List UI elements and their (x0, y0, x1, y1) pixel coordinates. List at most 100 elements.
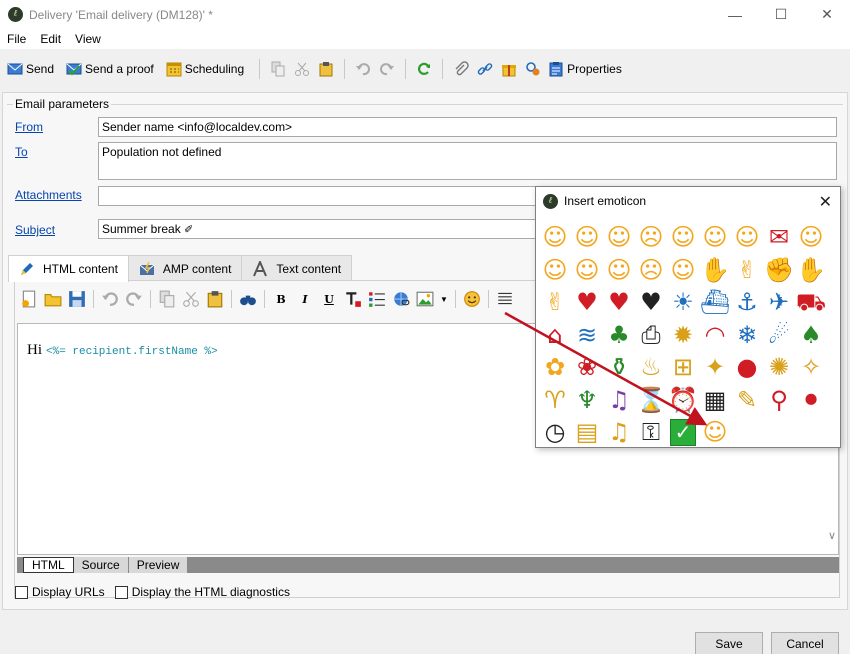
maximize-button[interactable]: ☐ (758, 0, 804, 29)
thumbs-up-icon[interactable]: ✌ (731, 254, 763, 287)
clapping-hands-icon[interactable]: ✋ (699, 254, 731, 287)
insert-image-icon[interactable] (416, 290, 434, 308)
scroll-down-arrow-icon[interactable]: ∨ (828, 529, 836, 542)
face-with-hand-over-mouth-icon[interactable]: ☺ (699, 416, 731, 449)
link-icon[interactable] (477, 61, 493, 77)
bold-icon[interactable]: B (272, 290, 290, 308)
grinning-face-icon[interactable]: ☺ (539, 221, 571, 254)
clinking-glasses-icon[interactable]: ♈ (539, 384, 571, 417)
align-icon[interactable] (496, 290, 514, 308)
grimacing-face-icon[interactable]: ☺ (795, 221, 827, 254)
birthday-cake-icon[interactable]: ♨ (635, 351, 667, 384)
attachment-icon[interactable] (453, 61, 469, 77)
image-dropdown-icon[interactable]: ▼ (440, 290, 448, 308)
menu-file[interactable]: File (0, 32, 33, 46)
cocktail-icon[interactable]: ♆ (571, 384, 603, 417)
sun-icon[interactable]: ✹ (667, 319, 699, 352)
beach-icon[interactable]: ☀ (667, 286, 699, 319)
heart-eyes-face-icon[interactable]: ☺ (603, 254, 635, 287)
properties-button[interactable]: Properties (545, 57, 625, 81)
paste-icon[interactable] (318, 61, 334, 77)
sparkles-icon[interactable]: ✧ (795, 351, 827, 384)
underline-icon[interactable]: U (320, 290, 338, 308)
music-notes-icon[interactable]: ♫ (603, 384, 635, 417)
locked-icon[interactable]: ⚿ (635, 416, 667, 449)
insert-emoticon-icon[interactable] (463, 290, 481, 308)
pencil-icon[interactable]: ✎ (731, 384, 763, 417)
save-button[interactable]: Save (695, 632, 763, 654)
camera-icon[interactable]: ⎙ (635, 319, 667, 352)
text-color-icon[interactable] (344, 290, 362, 308)
close-window-button[interactable]: ✕ (804, 0, 850, 29)
bell-icon[interactable]: ♫ (603, 416, 635, 449)
slightly-smiling-face-icon[interactable]: ☺ (603, 221, 635, 254)
display-urls-checkbox[interactable] (15, 585, 28, 599)
kissing-face-icon[interactable]: ☺ (667, 221, 699, 254)
black-heart-icon[interactable]: ♥ (635, 286, 667, 319)
flower-icon[interactable]: ✿ (539, 351, 571, 384)
blushing-face-icon[interactable]: ☺ (699, 221, 731, 254)
view-tab-preview[interactable]: Preview (128, 557, 189, 573)
laughing-face-icon[interactable]: ☺ (539, 254, 571, 287)
editor-undo-icon[interactable] (101, 290, 119, 308)
champagne-bottle-icon[interactable]: ⚱ (603, 351, 635, 384)
train-icon[interactable]: ⛴ (699, 286, 731, 319)
editor-paste-icon[interactable] (206, 290, 224, 308)
palm-tree-icon[interactable]: ♣ (603, 319, 635, 352)
tab-amp-content[interactable]: AMP content (127, 255, 243, 281)
tongue-face-icon[interactable]: ☺ (731, 221, 763, 254)
find-binoculars-icon[interactable] (239, 290, 257, 308)
menu-edit[interactable]: Edit (33, 32, 68, 46)
view-tab-source[interactable]: Source (73, 557, 129, 573)
car-icon[interactable]: ⛟ (795, 286, 827, 319)
view-tab-html[interactable]: HTML (23, 557, 74, 573)
italic-icon[interactable]: I (296, 290, 314, 308)
squinting-face-icon[interactable]: ☺ (571, 221, 603, 254)
clipboard-emoji-icon[interactable]: ▤ (571, 416, 603, 449)
tab-text-content[interactable]: Text content (241, 255, 353, 281)
love-letter-icon[interactable]: ✉ (763, 221, 795, 254)
cut-icon[interactable] (294, 61, 310, 77)
balloon-icon[interactable]: ● (731, 351, 763, 384)
sparkling-heart-icon[interactable]: ♥ (571, 286, 603, 319)
attachments-link[interactable]: Attachments (15, 188, 82, 202)
party-popper-icon[interactable]: ✦ (699, 351, 731, 384)
comet-icon[interactable]: ☄ (763, 319, 795, 352)
open-folder-icon[interactable] (44, 290, 62, 308)
save-disk-icon[interactable] (68, 290, 86, 308)
tab-html-content[interactable]: HTML content (8, 255, 129, 282)
tulip-icon[interactable]: ❀ (571, 351, 603, 384)
thumbs-down-icon[interactable]: ✊ (763, 254, 795, 287)
smiling-face-icon[interactable]: ☺ (667, 254, 699, 287)
scheduling-button[interactable]: Scheduling (163, 57, 247, 81)
sleeping-face-icon[interactable]: ☹ (635, 254, 667, 287)
to-link[interactable]: To (15, 145, 28, 159)
redo-icon[interactable] (379, 61, 395, 77)
victory-hand-icon[interactable]: ✌ (539, 286, 571, 319)
close-emoticon-dialog-button[interactable]: ✕ (819, 192, 832, 212)
subject-link[interactable]: Subject (15, 223, 55, 237)
editor-copy-icon[interactable] (158, 290, 176, 308)
hourglass-icon[interactable]: ⌛ (635, 384, 667, 417)
menu-view[interactable]: View (68, 32, 108, 46)
christmas-tree-icon[interactable]: ♠ (795, 319, 827, 352)
raised-hands-icon[interactable]: ✋ (795, 254, 827, 287)
refresh-icon[interactable] (416, 61, 432, 77)
display-diagnostics-checkbox[interactable] (114, 585, 128, 599)
insert-link-globe-icon[interactable] (392, 290, 410, 308)
snowflake-icon[interactable]: ❄ (731, 319, 763, 352)
wave-icon[interactable]: ≋ (571, 319, 603, 352)
confetti-ball-icon[interactable]: ✺ (763, 351, 795, 384)
red-heart-icon[interactable]: ♥ (603, 286, 635, 319)
gift-box-icon[interactable]: ⊞ (667, 351, 699, 384)
to-field[interactable]: Population not defined (98, 142, 837, 180)
settings-link-icon[interactable] (525, 61, 541, 77)
round-pushpin-icon[interactable]: ⚫ (795, 384, 827, 417)
clock-icon[interactable]: ◷ (539, 416, 571, 449)
hugging-face-icon[interactable]: ☺ (571, 254, 603, 287)
calendar-date-icon[interactable]: ▦ (699, 384, 731, 417)
alarm-clock-icon[interactable]: ⏰ (667, 384, 699, 417)
minimize-button[interactable]: — (712, 0, 758, 29)
send-proof-button[interactable]: Send a proof (63, 57, 157, 81)
from-link[interactable]: From (15, 120, 43, 134)
